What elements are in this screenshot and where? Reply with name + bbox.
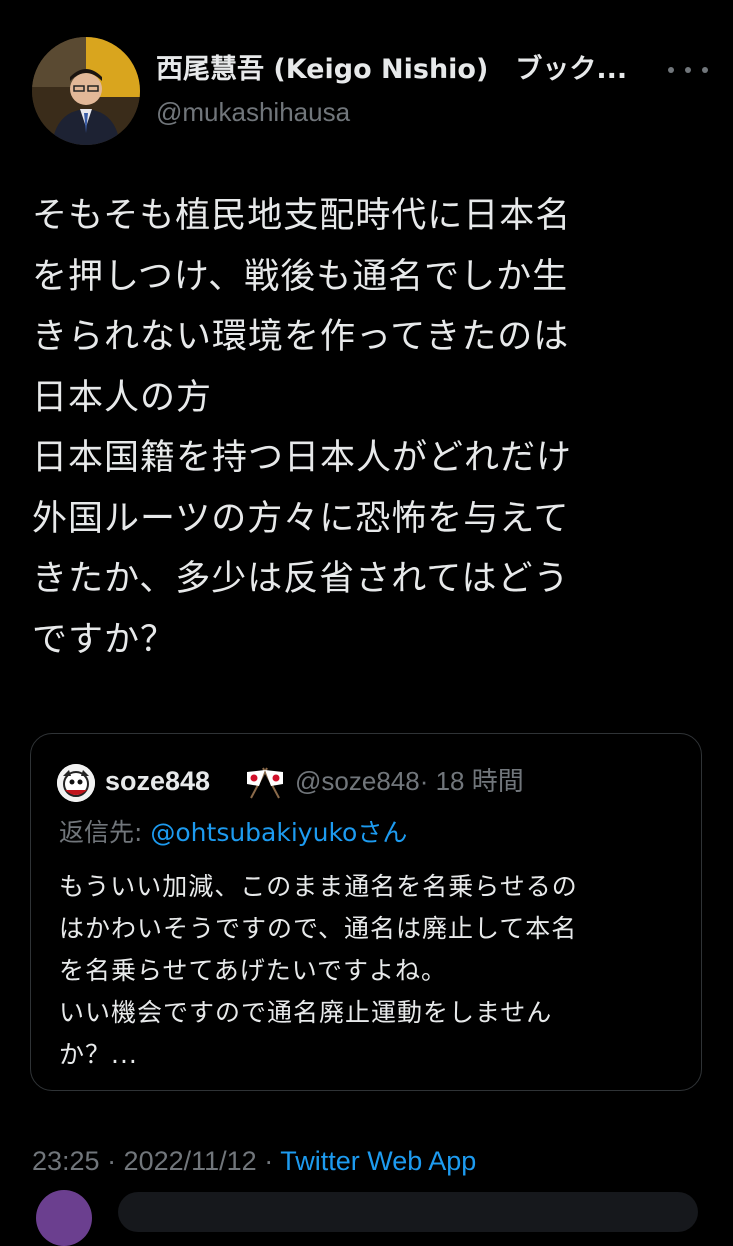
tweet-meta: 23:25 · 2022/11/12 · Twitter Web App xyxy=(32,1142,476,1180)
quoted-author-avatar[interactable] xyxy=(57,764,95,802)
tweet-text-line: きられない環境を作ってきたのは xyxy=(32,317,570,357)
reply-to-suffix: さん xyxy=(357,818,408,847)
quoted-text-line: か？... xyxy=(59,1040,138,1069)
reply-input[interactable] xyxy=(118,1192,698,1232)
quoted-text-line: いい機会ですので通名廃止運動をしません xyxy=(59,998,553,1027)
tweet-header: 西尾慧吾 (Keigo Nishio) ブック... @mukashihausa xyxy=(0,0,733,170)
quoted-text-line: はかわいそうですので、通名は廃止して本名 xyxy=(59,914,578,943)
tweet-text-line: きたか、多少は反省されてはどう xyxy=(32,559,570,599)
reply-to-mention[interactable]: @ohtsubakiyuko xyxy=(150,818,357,847)
author-display-name[interactable]: 西尾慧吾 (Keigo Nishio) ブック... xyxy=(156,50,627,90)
quoted-text-line: を名乗らせてあげたいですよね。 xyxy=(59,956,448,985)
quoted-time-ago: · 18 時間 xyxy=(419,766,524,796)
tweet-text: そもそも植民地支配時代に日本名 を押しつけ、戦後も通名でしか生 きられない環境を… xyxy=(32,186,712,670)
tweet-timestamp[interactable]: 23:25 · 2022/11/12 · xyxy=(32,1146,280,1176)
tweet-text-line: 外国ルーツの方々に恐怖を与えて xyxy=(32,498,570,539)
tweet-text-line: そもそも植民地支配時代に日本名 xyxy=(32,196,572,236)
reply-to-label: 返信先: xyxy=(59,818,151,847)
author-handle[interactable]: @mukashihausa xyxy=(156,94,350,130)
crossed-japanese-flags-icon xyxy=(243,764,287,800)
quoted-tweet-card[interactable]: soze848 @soze848· 18 時間 返信先: @ohtsubakiy… xyxy=(30,733,702,1091)
more-horizontal-icon[interactable] xyxy=(668,58,708,82)
tweet-text-line: 日本国籍を持つ日本人がどれだけ xyxy=(32,438,573,478)
reply-to-line: 返信先: @ohtsubakiyukoさん xyxy=(59,814,407,852)
quoted-tweet-text: もういい加減、このまま通名を名乗らせるの はかわいそうですので、通名は廃止して本… xyxy=(59,866,689,1076)
reply-composer-bar xyxy=(0,1178,733,1246)
tweet-text-line: を押しつけ、戦後も通名でしか生 xyxy=(32,256,569,297)
current-user-avatar xyxy=(36,1190,92,1246)
quoted-text-line: もういい加減、このまま通名を名乗らせるの xyxy=(59,872,578,901)
quoted-author-handle[interactable]: @soze848 xyxy=(295,766,420,796)
tweet-text-line: 日本人の方 xyxy=(32,377,213,418)
author-avatar[interactable] xyxy=(32,37,140,145)
quoted-author-handle-time: @soze848· 18 時間 xyxy=(295,762,524,800)
quoted-author-name[interactable]: soze848 xyxy=(105,762,210,800)
tweet-text-line: ですか？ xyxy=(32,619,177,660)
tweet-source-link[interactable]: Twitter Web App xyxy=(280,1146,476,1176)
